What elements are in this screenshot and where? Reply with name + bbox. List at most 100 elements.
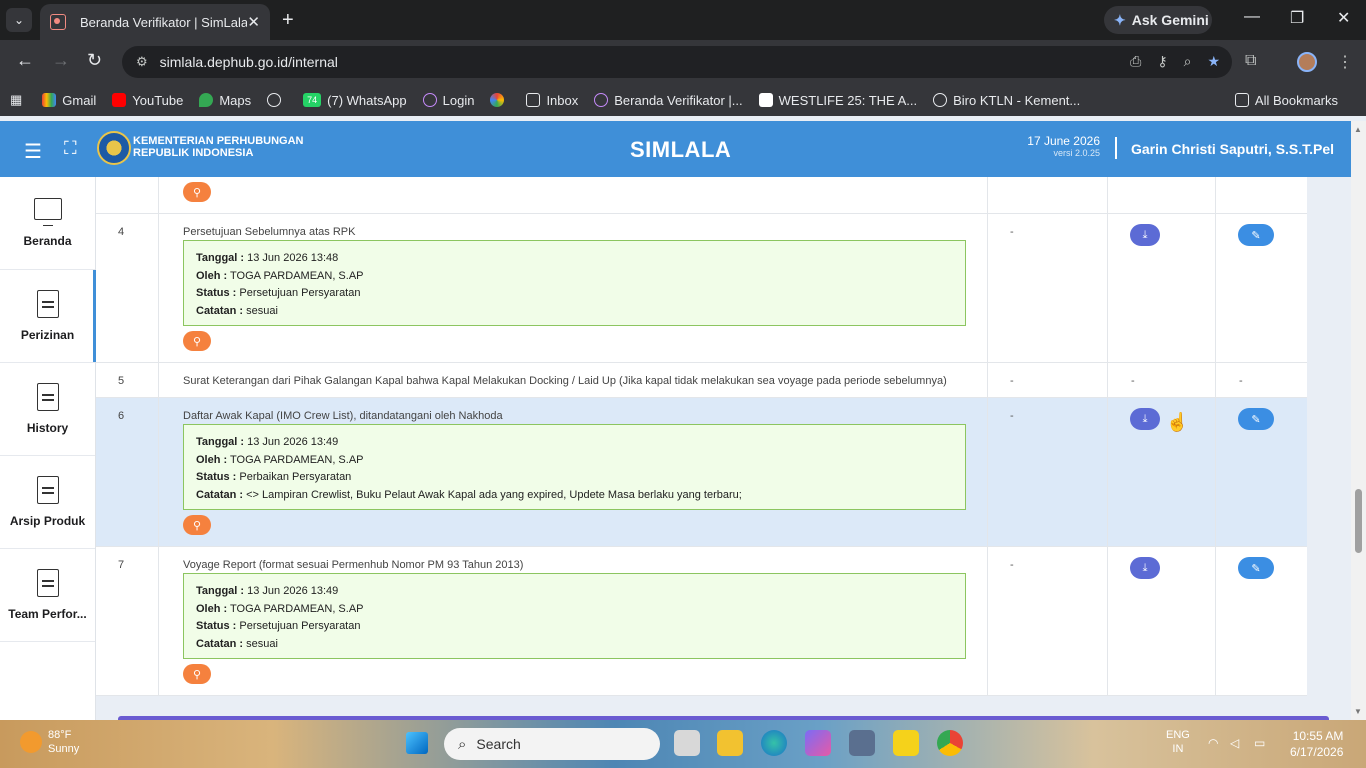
chrome-icon[interactable] xyxy=(937,730,963,756)
edge-icon[interactable] xyxy=(761,730,787,756)
minimize-icon[interactable]: — xyxy=(1244,8,1260,26)
address-bar[interactable]: ⚙ simlala.dephub.go.id/internal ⎙ ⚷ ⌕ ★ xyxy=(122,46,1232,78)
bookmark-photos[interactable] xyxy=(490,93,510,107)
bookmark-westlife[interactable]: WESTLIFE 25: THE A... xyxy=(758,92,918,108)
sidebar-item-perizinan[interactable]: Perizinan xyxy=(0,270,96,363)
forward-arrow-icon[interactable]: → xyxy=(52,50,70,71)
view-note-button[interactable]: ⚲ xyxy=(183,182,211,202)
volume-icon[interactable]: ◁ xyxy=(1230,736,1239,750)
bookmark-inbox[interactable]: Inbox xyxy=(526,93,578,108)
bookmark-youtube[interactable]: YouTube xyxy=(112,93,183,108)
task-view-icon[interactable] xyxy=(674,730,700,756)
zoom-icon[interactable]: ⌕ xyxy=(1184,53,1192,70)
download-icon: ⤓ xyxy=(1142,412,1148,425)
download-button[interactable]: ⤓ xyxy=(1130,557,1160,579)
edit-button[interactable]: ✎ xyxy=(1238,224,1274,246)
reload-icon[interactable]: ↻ xyxy=(87,50,102,71)
bookmark-globe[interactable] xyxy=(267,93,287,107)
tanggal-value: 13 Jun 2026 13:49 xyxy=(247,436,339,448)
browser-tab[interactable]: Beranda Verifikator | SimLala ✕ xyxy=(40,4,270,40)
document-icon xyxy=(36,290,59,318)
sidebar-item-label: Arsip Produk xyxy=(9,514,86,528)
fullscreen-icon[interactable]: ⛶ xyxy=(64,138,77,159)
window-close-icon[interactable]: ✕ xyxy=(1337,8,1350,28)
globe-icon xyxy=(267,93,282,107)
search-icon: ⚲ xyxy=(192,519,202,532)
edit-button[interactable]: ✎ xyxy=(1238,408,1274,430)
column-divider xyxy=(1215,363,1216,397)
bookmark-label: Login xyxy=(442,92,475,108)
apps-grid-icon[interactable]: ▦ xyxy=(10,92,22,108)
download-button[interactable]: ⤓ xyxy=(1130,408,1160,430)
tab-search-dropdown[interactable]: ⌄ xyxy=(6,8,32,32)
main-content: ⚲ 4 Persetujuan Sebelumnya atas RPK Tang… xyxy=(96,177,1351,720)
back-arrow-icon[interactable]: ← xyxy=(16,50,34,71)
install-app-icon[interactable]: ⎙ xyxy=(1130,53,1141,70)
view-note-button[interactable]: ⚲ xyxy=(183,515,211,535)
sidebar-item-arsip-produk[interactable]: Arsip Produk xyxy=(0,456,95,549)
chrome-menu-icon[interactable]: ⋮ xyxy=(1337,52,1353,72)
bookmark-gmail[interactable]: Gmail xyxy=(42,93,96,108)
bookmark-login[interactable]: Login xyxy=(422,92,475,108)
bookmark-whatsapp[interactable]: 74 (7) WhatsApp xyxy=(303,92,407,108)
simlala-favicon-icon xyxy=(50,14,66,30)
scroll-up-icon[interactable]: ▲ xyxy=(1354,125,1362,134)
oleh-label: Oleh : xyxy=(196,269,228,282)
bookmark-label: WESTLIFE 25: THE A... xyxy=(778,92,918,108)
header-date: 17 June 2026 versi 2.0.25 xyxy=(1027,134,1100,158)
sidebar-item-beranda[interactable]: Beranda xyxy=(0,177,95,270)
file-explorer-icon[interactable] xyxy=(717,730,743,756)
column-divider xyxy=(1107,547,1108,695)
download-button[interactable]: ⤓ xyxy=(1130,224,1160,246)
edit-icon: ✎ xyxy=(1251,413,1261,426)
new-tab-button[interactable]: + xyxy=(282,8,294,32)
tab-close-icon[interactable]: ✕ xyxy=(247,13,260,31)
language-code: ENG xyxy=(1166,729,1190,741)
row-number: 7 xyxy=(118,559,125,571)
wifi-icon[interactable]: ◠ xyxy=(1208,736,1218,750)
view-note-button[interactable]: ⚲ xyxy=(183,331,211,351)
ask-gemini-button[interactable]: ✦ Ask Gemini xyxy=(1104,6,1212,34)
column-divider xyxy=(987,398,988,546)
edit-button[interactable]: ✎ xyxy=(1238,557,1274,579)
page-scrollbar[interactable]: ▲ ▼ xyxy=(1351,121,1366,720)
scrollbar-thumb[interactable] xyxy=(1355,489,1362,553)
profile-avatar[interactable] xyxy=(1297,52,1317,72)
inbox-icon xyxy=(526,93,541,107)
password-key-icon[interactable]: ⚷ xyxy=(1157,53,1167,70)
user-name[interactable]: Garin Christi Saputri, S.S.T.Pel xyxy=(1131,141,1334,157)
battery-icon[interactable]: ▭ xyxy=(1254,736,1265,750)
extensions-icon[interactable]: ⧉ xyxy=(1245,52,1256,70)
language-indicator[interactable]: ENG IN xyxy=(1166,728,1190,756)
taskbar-search[interactable]: ⌕ Search xyxy=(444,728,660,760)
bookmark-star-icon[interactable]: ★ xyxy=(1207,53,1220,70)
weather-widget[interactable]: 88°F Sunny xyxy=(20,728,79,756)
sidebar-item-history[interactable]: History xyxy=(0,363,95,456)
column-divider xyxy=(1107,214,1108,362)
windows-start-icon[interactable] xyxy=(406,732,428,754)
bookmark-label: Beranda Verifikator |... xyxy=(614,92,743,108)
all-bookmarks-button[interactable]: All Bookmarks xyxy=(1234,93,1338,108)
bookmark-label: Maps xyxy=(219,92,252,108)
status-value: Perbaikan Persyaratan xyxy=(239,471,352,484)
sticky-notes-icon[interactable] xyxy=(893,730,919,756)
bookmark-beranda[interactable]: Beranda Verifikator |... xyxy=(594,92,743,108)
cell-value: - xyxy=(1010,559,1014,571)
column-divider xyxy=(987,214,988,362)
view-note-button[interactable]: ⚲ xyxy=(183,664,211,684)
bookmark-biro[interactable]: Biro KTLN - Kement... xyxy=(933,93,1080,108)
hamburger-menu-icon[interactable]: ☰ xyxy=(24,139,42,164)
site-info-icon[interactable]: ⚙ xyxy=(136,54,148,70)
current-date: 17 June 2026 xyxy=(1027,134,1100,148)
scroll-down-icon[interactable]: ▼ xyxy=(1354,707,1362,716)
bookmark-maps[interactable]: Maps xyxy=(199,93,251,108)
table-row: 7 Voyage Report (format sesuai Permenhub… xyxy=(96,547,1307,696)
bookmark-label: (7) WhatsApp xyxy=(327,92,407,108)
search-icon: ⚲ xyxy=(192,186,202,199)
camera-icon[interactable] xyxy=(849,730,875,756)
restore-icon[interactable]: ❐ xyxy=(1290,8,1304,28)
copilot-icon[interactable] xyxy=(805,730,831,756)
system-clock[interactable]: 10:55 AM 6/17/2026 xyxy=(1290,728,1343,760)
letterboxd-icon xyxy=(758,93,773,107)
sidebar-item-team-performance[interactable]: Team Perfor... xyxy=(0,549,95,642)
